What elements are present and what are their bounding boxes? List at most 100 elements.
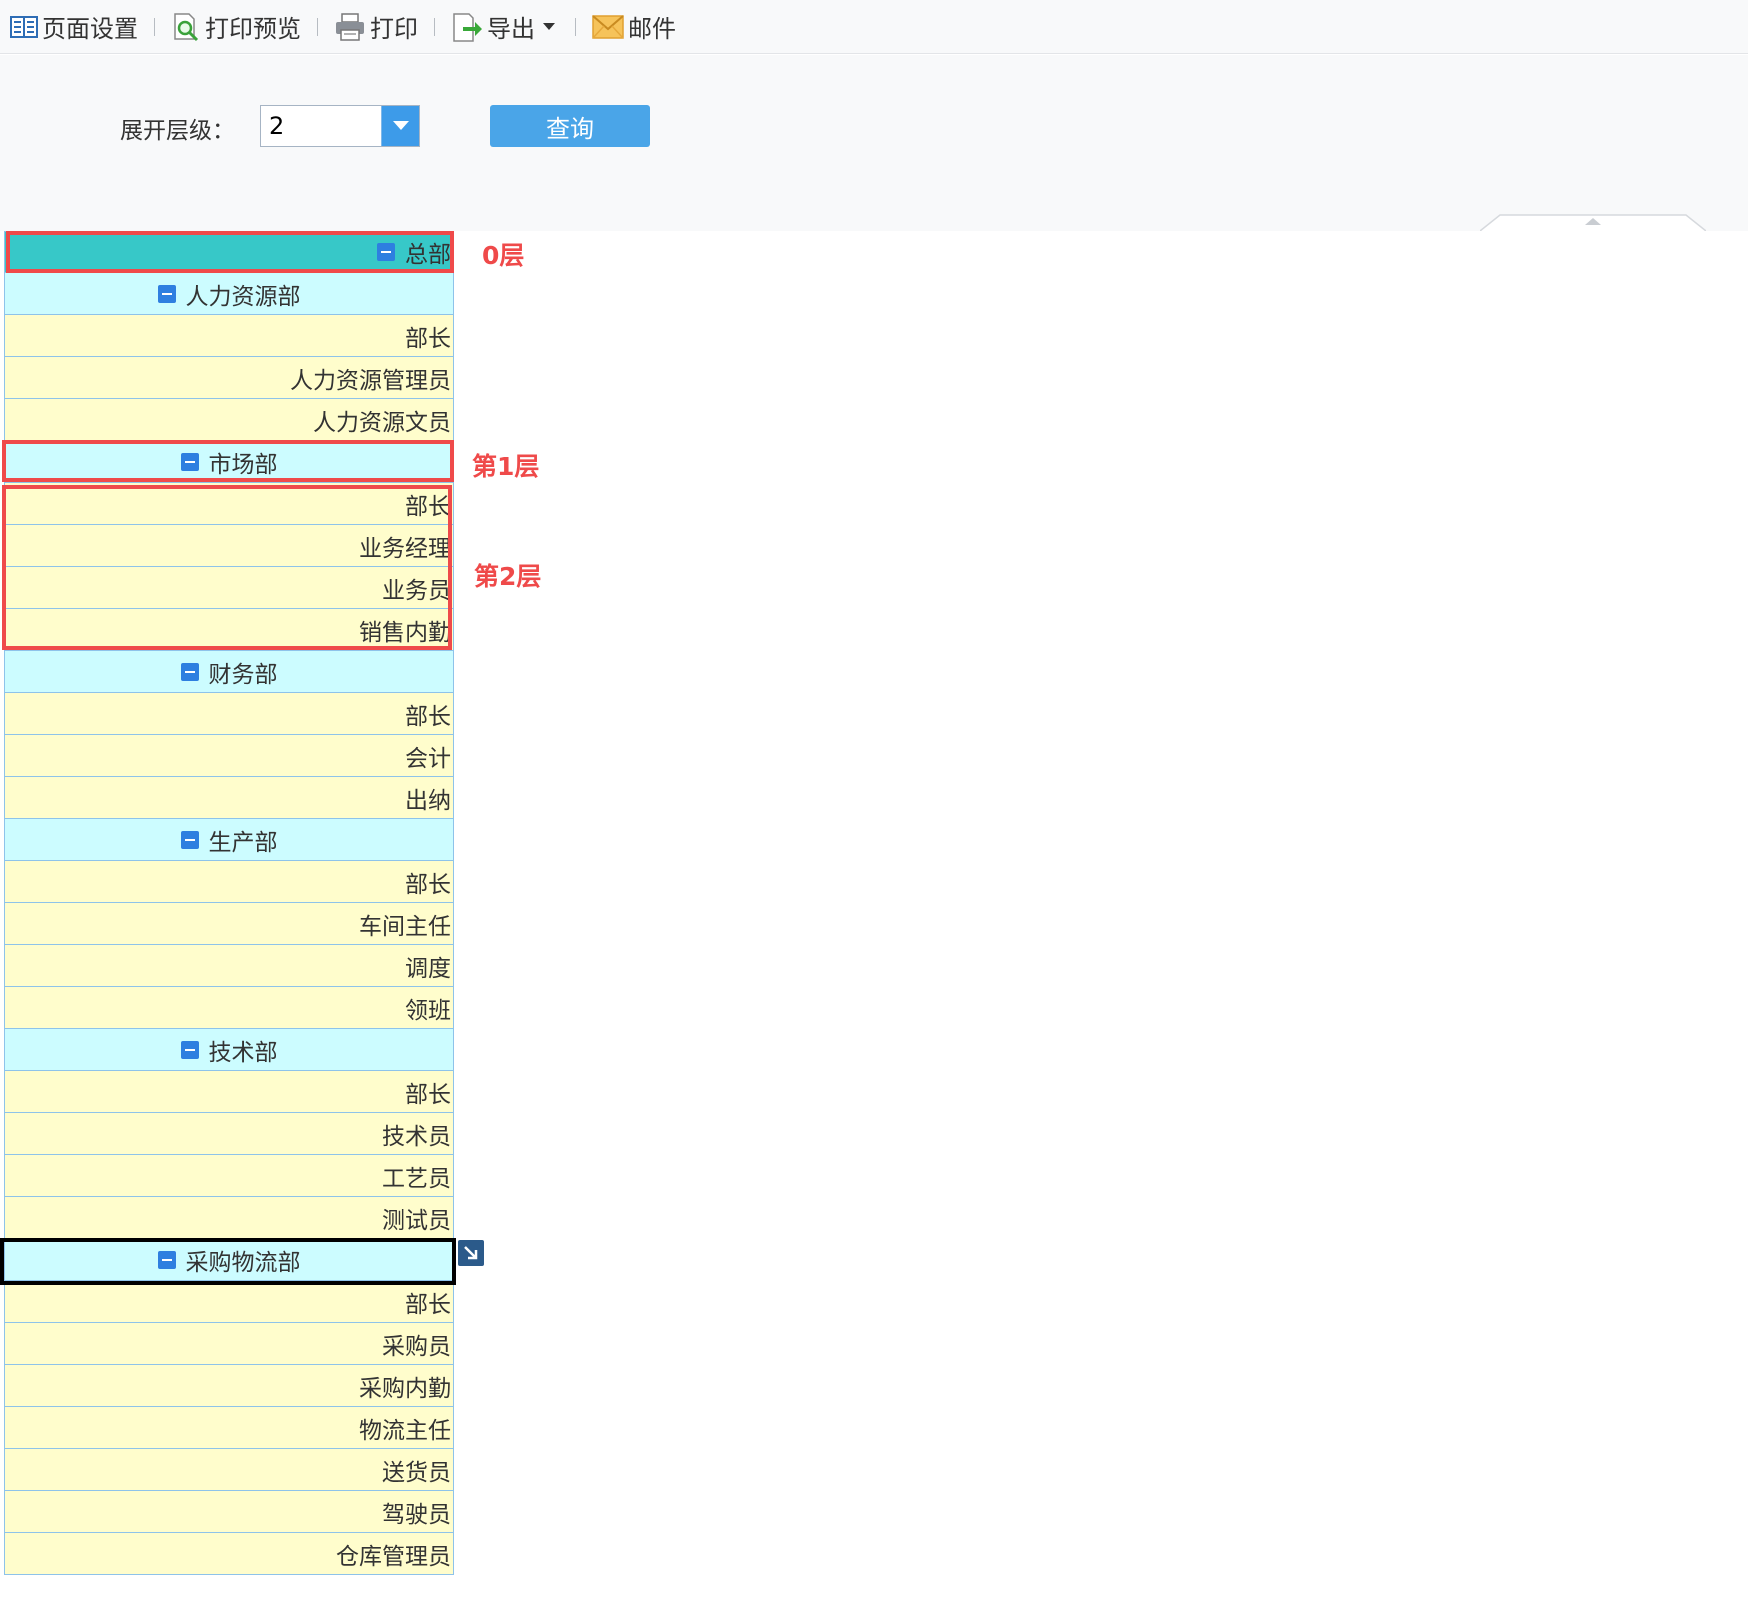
tree-row-position[interactable]: 采购内勤: [4, 1365, 454, 1407]
tree-cell-label: 部长: [405, 871, 451, 898]
tree-row-department[interactable]: 生产部: [4, 819, 454, 861]
tree-row-position[interactable]: 领班: [4, 987, 454, 1029]
org-tree-table: 总部 人力资源部 部长 人力资源管理员 人力资源文员 市场部 部长 业务经理 业务员 销售内勤财…: [4, 231, 454, 1575]
tree-row-position[interactable]: 物流主任: [4, 1407, 454, 1449]
tree-row-position[interactable]: 人力资源文员: [4, 399, 454, 441]
tree-cell-label: 人力资源部: [185, 283, 301, 310]
query-panel: 展开层级： 2 查询: [0, 55, 1748, 231]
tree-row-position[interactable]: 测试员: [4, 1197, 454, 1239]
tree-row-department[interactable]: 技术部: [4, 1029, 454, 1071]
page-setup-icon: [10, 15, 38, 38]
tree-cell-label: 业务员: [382, 577, 451, 604]
tree-row-department[interactable]: 采购物流部: [4, 1239, 454, 1281]
expand-level-value: 2: [269, 112, 285, 140]
tree-row-position[interactable]: 部长: [4, 1281, 454, 1323]
root-label: 总部: [405, 242, 451, 268]
export-icon: [453, 12, 482, 42]
tree-row-position[interactable]: 采购员: [4, 1323, 454, 1365]
expand-level-label: 展开层级：: [120, 118, 235, 144]
tree-row-position[interactable]: 调度: [4, 945, 454, 987]
tree-row-position[interactable]: 部长: [4, 693, 454, 735]
tree-cell: 人力资源文员: [313, 403, 451, 437]
print-button[interactable]: 打印: [328, 7, 424, 47]
tree-row-department[interactable]: 财务部: [4, 651, 454, 693]
tree-cell: 物流主任: [359, 1411, 451, 1445]
annotation-label-level0: 0层: [482, 241, 525, 270]
tree-cell-label: 销售内勤: [359, 619, 451, 646]
tree-cell: 采购物流部: [157, 1243, 301, 1277]
tree-row-department[interactable]: 人力资源部: [4, 273, 454, 315]
page-setup-label: 页面设置: [42, 15, 138, 43]
tree-cell: 调度: [405, 949, 451, 983]
annotation-label-level1: 第1层: [472, 452, 540, 481]
tree-cell: 工艺员: [382, 1159, 451, 1193]
tree-cell-label: 领班: [405, 997, 451, 1024]
toolbar-separator: [434, 17, 435, 36]
tree-cell-label: 物流主任: [359, 1417, 451, 1444]
query-button[interactable]: 查询: [490, 105, 650, 147]
tree-row-position[interactable]: 业务员: [4, 567, 454, 609]
printer-icon: [336, 12, 364, 41]
tree-row-position[interactable]: 部长: [4, 861, 454, 903]
tree-cell: 送货员: [382, 1453, 451, 1487]
tree-row-position[interactable]: 会计: [4, 735, 454, 777]
collapse-icon[interactable]: [180, 662, 199, 681]
tree-cell-label: 技术员: [382, 1123, 451, 1150]
mail-button[interactable]: 邮件: [586, 7, 682, 47]
collapse-icon[interactable]: [157, 284, 176, 303]
tree-cell-label: 市场部: [208, 451, 278, 478]
tree-cell-label: 调度: [405, 955, 451, 982]
tree-cell: 出纳: [405, 781, 451, 815]
report-toolbar: 页面设置 打印预览 打印 导出 邮件: [0, 0, 1748, 54]
tree-row-position[interactable]: 仓库管理员: [4, 1533, 454, 1575]
tree-cell: 生产部: [180, 823, 278, 857]
tree-row-position[interactable]: 部长: [4, 483, 454, 525]
page-setup-button[interactable]: 页面设置: [4, 7, 144, 47]
tree-row-position[interactable]: 驾驶员: [4, 1491, 454, 1533]
toolbar-separator: [154, 17, 155, 36]
mail-icon: [592, 14, 624, 39]
tree-row-position[interactable]: 销售内勤: [4, 609, 454, 651]
tree-cell-label: 会计: [405, 745, 451, 772]
tree-cell: 部长: [405, 697, 451, 731]
tree-cell: 技术部: [180, 1033, 278, 1067]
tree-row-position[interactable]: 部长: [4, 1071, 454, 1113]
tree-cell: 会计: [405, 739, 451, 773]
tree-row-position[interactable]: 送货员: [4, 1449, 454, 1491]
collapse-icon[interactable]: [180, 452, 199, 471]
chevron-down-icon: [392, 121, 409, 130]
tree-cell: 车间主任: [359, 907, 451, 941]
tree-cell: 采购员: [382, 1327, 451, 1361]
export-label: 导出: [487, 15, 535, 43]
tree-cell-label: 测试员: [382, 1207, 451, 1234]
tree-row-department[interactable]: 市场部: [4, 441, 454, 483]
tree-cell: 采购内勤: [359, 1369, 451, 1403]
toolbar-separator: [317, 17, 318, 36]
tree-cell: 部长: [405, 1285, 451, 1319]
tree-row-position[interactable]: 人力资源管理员: [4, 357, 454, 399]
tree-cell-label: 驾驶员: [382, 1501, 451, 1528]
tree-cell-label: 工艺员: [382, 1165, 451, 1192]
collapse-icon[interactable]: [377, 243, 395, 261]
export-button[interactable]: 导出: [445, 7, 565, 47]
tree-cell-label: 部长: [405, 703, 451, 730]
print-preview-button[interactable]: 打印预览: [165, 7, 307, 47]
collapse-panel-toggle[interactable]: [1480, 214, 1706, 231]
tree-row-root[interactable]: 总部: [4, 231, 454, 273]
tree-cell-label: 送货员: [382, 1459, 451, 1486]
collapse-icon[interactable]: [180, 1040, 199, 1059]
dropdown-button[interactable]: [381, 106, 419, 146]
collapse-icon[interactable]: [157, 1250, 176, 1269]
tree-row-position[interactable]: 业务经理: [4, 525, 454, 567]
tree-row-position[interactable]: 车间主任: [4, 903, 454, 945]
tree-cell-label: 生产部: [208, 829, 278, 856]
tree-cell-label: 人力资源管理员: [290, 367, 451, 394]
tree-cell: 测试员: [382, 1201, 451, 1235]
collapse-icon[interactable]: [180, 830, 199, 849]
cell-expand-handle[interactable]: [458, 1240, 484, 1266]
tree-row-position[interactable]: 出纳: [4, 777, 454, 819]
expand-level-select[interactable]: 2: [260, 105, 420, 147]
tree-row-position[interactable]: 技术员: [4, 1113, 454, 1155]
tree-row-position[interactable]: 部长: [4, 315, 454, 357]
tree-row-position[interactable]: 工艺员: [4, 1155, 454, 1197]
